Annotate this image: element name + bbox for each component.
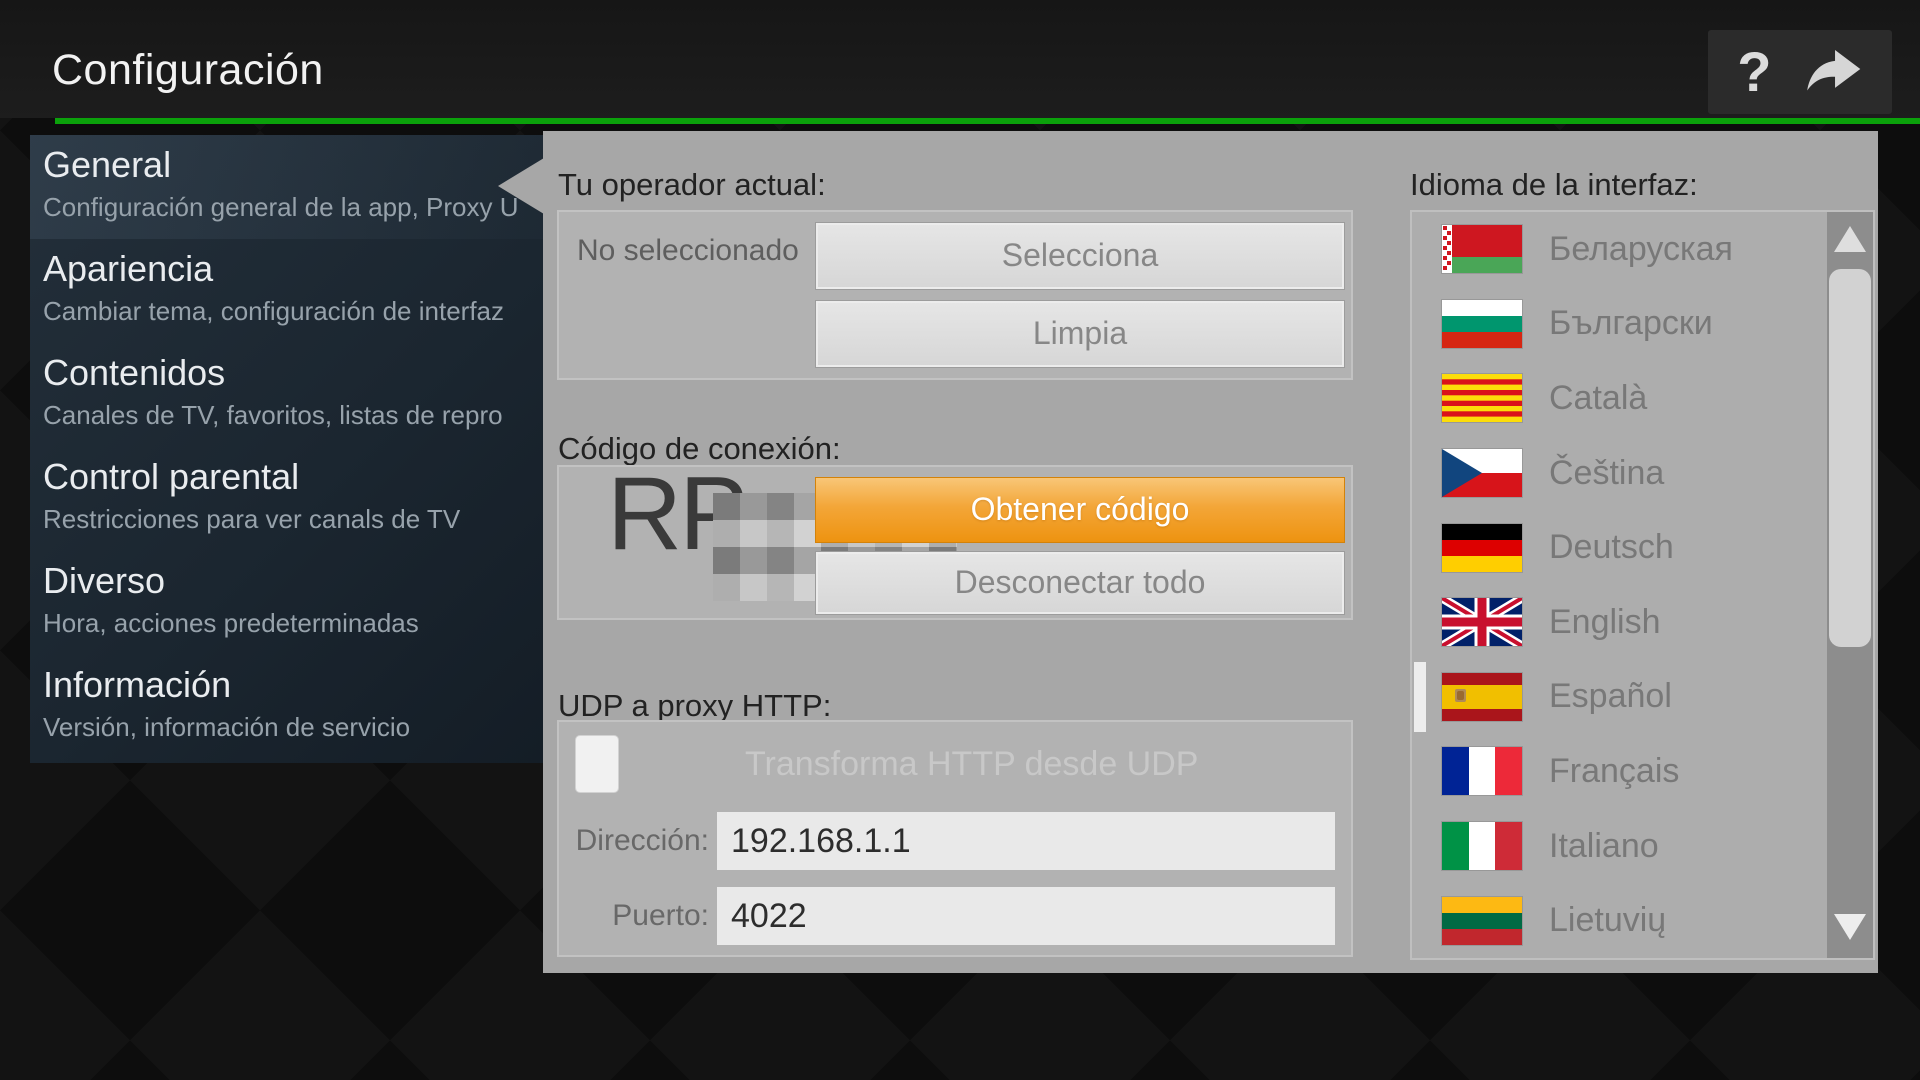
language-list: Беларуская Български Català Čeština Deut… [1410, 210, 1875, 960]
exit-arrow-icon[interactable] [1801, 48, 1863, 96]
language-option[interactable]: Čeština [1412, 436, 1830, 511]
sidebar-item[interactable]: Información Versión, información de serv… [30, 655, 543, 759]
sidebar-item[interactable]: Control parental Restricciones para ver … [30, 447, 543, 551]
flag-icon [1442, 747, 1522, 796]
flag-icon [1442, 896, 1522, 945]
language-option[interactable]: Català [1412, 361, 1830, 436]
sidebar-item-subtitle: Cambiar tema, configuración de interfaz [43, 296, 505, 326]
flag-icon [1442, 225, 1522, 274]
flag-icon [1442, 672, 1522, 721]
udp-proxy-section-label: UDP a proxy HTTP: [558, 688, 832, 723]
flag-icon [1442, 598, 1522, 647]
language-name: Deutsch [1549, 528, 1674, 567]
transform-http-checkbox[interactable] [575, 735, 619, 793]
topbar-actions: ? [1708, 30, 1892, 114]
language-option[interactable]: Français [1412, 734, 1830, 809]
selected-language-indicator [1414, 661, 1426, 732]
language-name: Español [1549, 677, 1672, 716]
page-title: Configuración [52, 46, 324, 94]
scrollbar-down-icon[interactable] [1834, 914, 1866, 940]
language-section-label: Idioma de la interfaz: [1410, 167, 1698, 202]
sidebar-item-title: Información [43, 664, 232, 705]
language-name: Français [1549, 751, 1680, 790]
settings-screen: Configuración ? General Configuración ge… [0, 0, 1920, 1080]
language-name: English [1549, 602, 1661, 641]
flag-icon [1442, 822, 1522, 871]
sidebar-item-subtitle: Configuración general de la app, Proxy U [43, 192, 519, 222]
sidebar-item-subtitle: Restricciones para ver canals de TV [43, 504, 461, 534]
language-name: Català [1549, 378, 1648, 417]
sidebar-item[interactable]: Contenidos Canales de TV, favoritos, lis… [30, 343, 543, 447]
settings-panel: Tu operador actual: No seleccionado Sele… [543, 131, 1878, 973]
transform-http-checkbox-label: Transforma HTTP desde UDP [745, 745, 1199, 783]
language-name: Čeština [1549, 453, 1665, 492]
operator-section: No seleccionado Selecciona Limpia [557, 210, 1353, 380]
operator-section-label: Tu operador actual: [558, 167, 826, 202]
flag-icon [1442, 523, 1522, 572]
port-label: Puerto: [612, 899, 709, 932]
select-operator-button[interactable]: Selecciona [815, 222, 1345, 290]
address-label: Dirección: [575, 824, 709, 857]
get-code-button[interactable]: Obtener código [815, 477, 1345, 543]
language-name: Lietuvių [1549, 901, 1667, 940]
language-option[interactable]: Deutsch [1412, 510, 1830, 585]
selected-item-pointer-icon [498, 158, 544, 214]
flag-icon [1442, 299, 1522, 348]
accent-divider [55, 118, 1920, 124]
sidebar-item-subtitle: Canales de TV, favoritos, listas de repr… [43, 400, 503, 430]
sidebar-item[interactable]: Apariencia Cambiar tema, configuración d… [30, 239, 543, 343]
sidebar-item-title: Control parental [43, 456, 300, 497]
sidebar-item[interactable]: General Configuración general de la app,… [30, 135, 543, 239]
top-bar: Configuración ? [0, 0, 1920, 118]
language-option[interactable]: Español [1412, 660, 1830, 735]
operator-value: No seleccionado [577, 234, 799, 267]
port-input[interactable] [717, 887, 1335, 945]
language-option[interactable]: Български [1412, 287, 1830, 362]
language-option[interactable]: Lietuvių [1412, 883, 1830, 958]
help-icon[interactable]: ? [1737, 44, 1771, 100]
language-option[interactable]: Беларуская [1412, 212, 1830, 287]
flag-icon [1442, 449, 1522, 498]
language-option[interactable]: English [1412, 585, 1830, 660]
sidebar-item-title: Diverso [43, 560, 166, 601]
scrollbar-thumb[interactable] [1829, 269, 1871, 647]
sidebar-item-title: General [43, 144, 172, 185]
clear-operator-button[interactable]: Limpia [815, 300, 1345, 368]
sidebar-item[interactable]: Diverso Hora, acciones predeterminadas [30, 551, 543, 655]
flag-icon [1442, 374, 1522, 423]
address-input[interactable] [717, 812, 1335, 870]
scrollbar-up-icon[interactable] [1834, 226, 1866, 252]
sidebar-item-subtitle: Versión, información de servicio [43, 712, 411, 742]
sidebar-item-title: Apariencia [43, 248, 214, 289]
language-scrollbar [1827, 212, 1873, 958]
sidebar-menu: General Configuración general de la app,… [30, 135, 543, 763]
language-list-rows: Беларуская Български Català Čeština Deut… [1412, 212, 1830, 958]
sidebar-item-title: Contenidos [43, 352, 226, 393]
language-name: Български [1549, 304, 1713, 343]
language-name: Italiano [1549, 826, 1659, 865]
sidebar-item-subtitle: Hora, acciones predeterminadas [43, 608, 419, 638]
udp-proxy-section: Transforma HTTP desde UDP Dirección: Pue… [557, 720, 1353, 957]
disconnect-all-button[interactable]: Desconectar todo [815, 551, 1345, 615]
connection-code-section: RP Obtener código Desconectar todo [557, 456, 1353, 620]
language-name: Беларуская [1549, 229, 1733, 268]
language-option[interactable]: Italiano [1412, 809, 1830, 884]
